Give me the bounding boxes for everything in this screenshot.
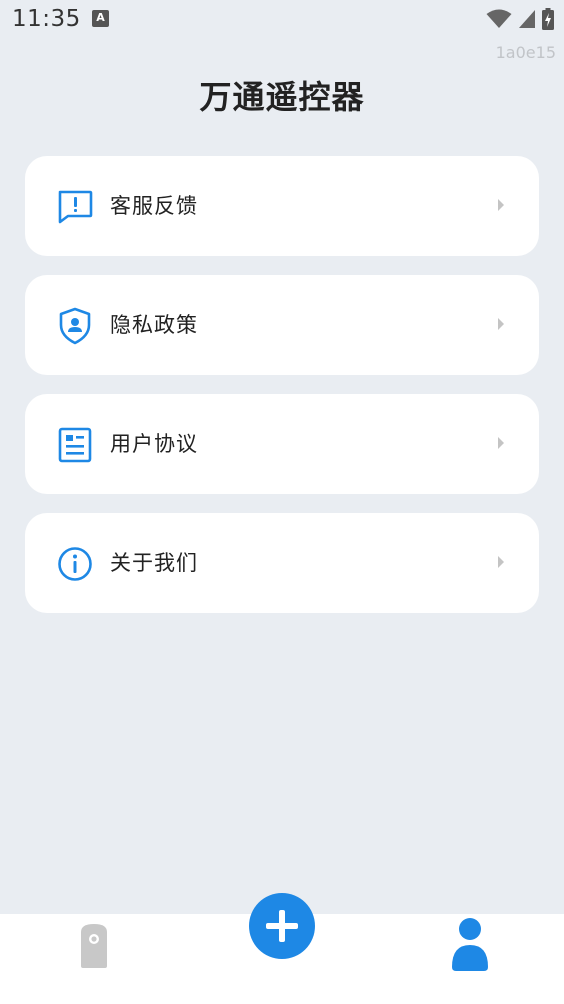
info-icon (58, 547, 92, 581)
menu-item-privacy[interactable]: 隐私政策 (25, 275, 539, 375)
status-bar: 11:35 A (0, 0, 564, 38)
menu-item-agreement[interactable]: 用户协议 (25, 394, 539, 494)
menu-label-agreement: 用户协议 (110, 432, 198, 456)
remote-icon[interactable] (78, 922, 110, 968)
add-button[interactable] (249, 893, 315, 959)
menu-label-about: 关于我们 (110, 551, 198, 575)
build-id: 1a0e15 (495, 43, 556, 62)
wifi-icon (486, 9, 512, 28)
menu-item-feedback[interactable]: 客服反馈 (25, 156, 539, 256)
settings-menu: 客服反馈 隐私政策 用户协议 关于我们 (25, 156, 539, 632)
feedback-icon (58, 190, 93, 224)
page-title: 万通遥控器 (199, 78, 365, 116)
add-icon (266, 910, 298, 942)
chevron-right-icon (498, 556, 504, 568)
menu-item-about[interactable]: 关于我们 (25, 513, 539, 613)
signal-icon (519, 10, 535, 28)
system-icons (486, 8, 554, 30)
privacy-shield-icon (59, 307, 91, 345)
chevron-right-icon (498, 437, 504, 449)
status-time: 11:35 (12, 6, 81, 32)
chevron-right-icon (498, 318, 504, 330)
a-icon: A (92, 10, 109, 27)
menu-label-feedback: 客服反馈 (110, 194, 198, 218)
menu-label-privacy: 隐私政策 (110, 313, 198, 337)
agreement-document-icon (58, 427, 92, 463)
profile-icon[interactable] (450, 915, 492, 973)
battery-charging-icon (542, 8, 554, 30)
chevron-right-icon (498, 199, 504, 211)
